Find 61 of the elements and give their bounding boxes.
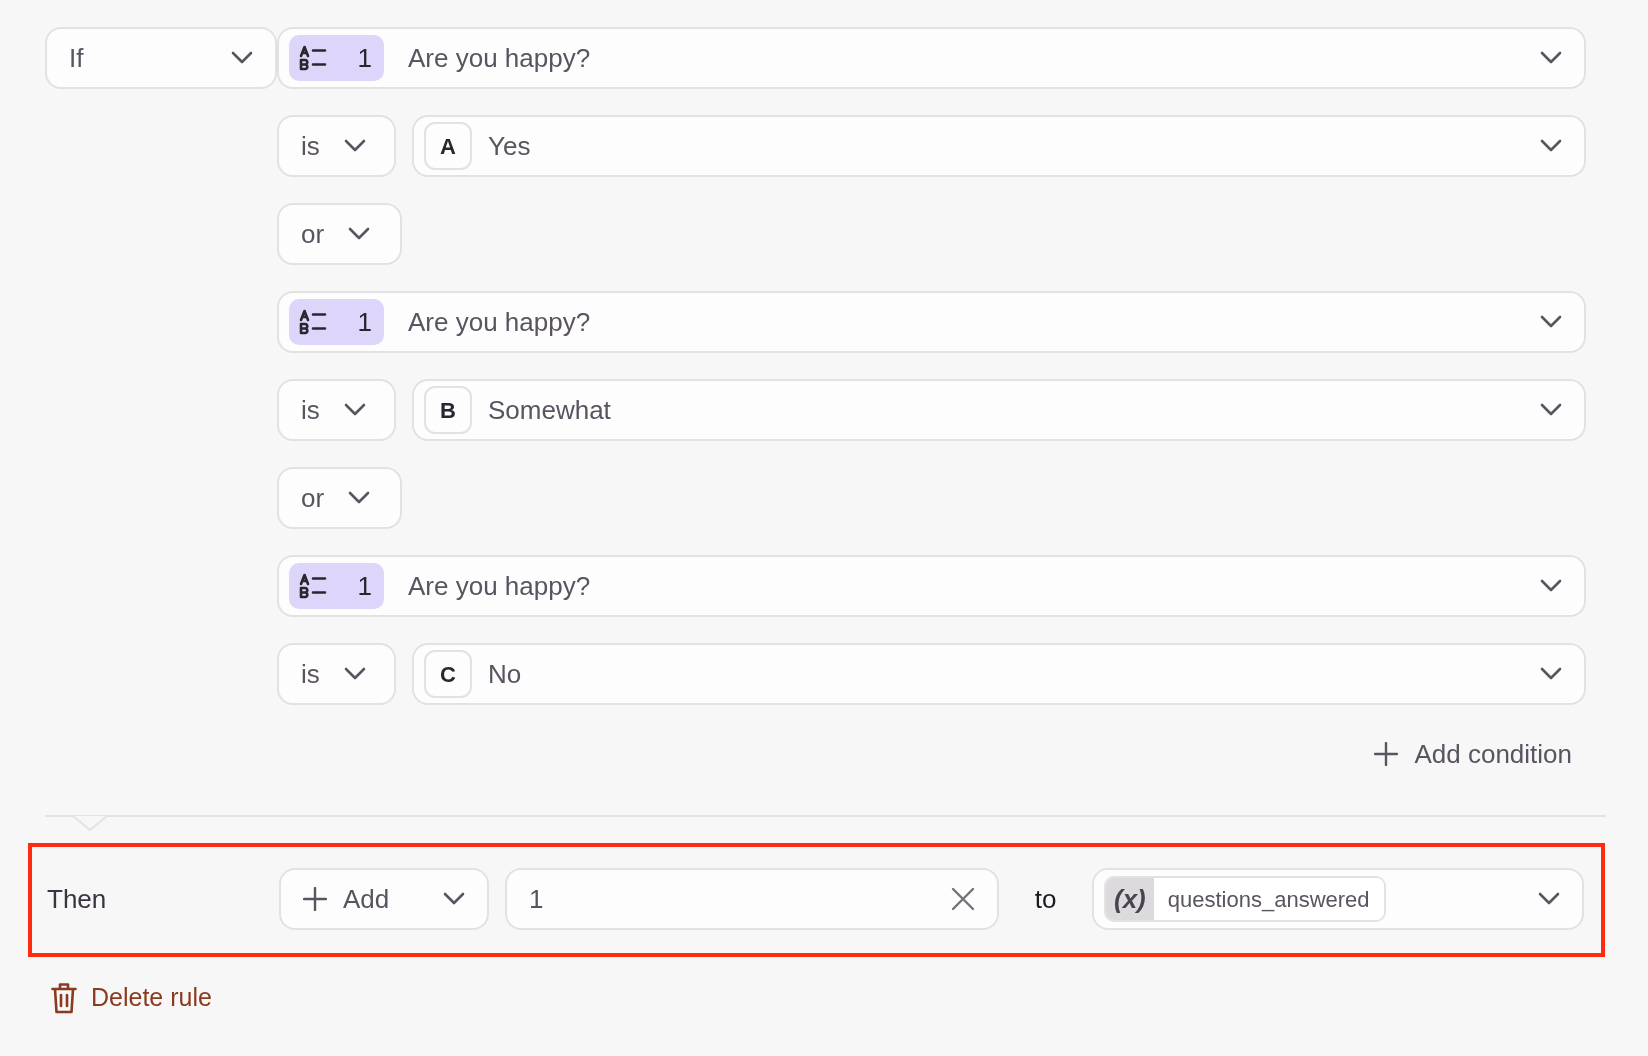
question-dropdown[interactable]: 1 Are you happy? bbox=[277, 291, 1586, 353]
dropdown-label: If bbox=[69, 41, 84, 75]
dropdown-value: Are you happy? bbox=[408, 305, 592, 339]
dropdown-value: Are you happy? bbox=[408, 41, 592, 75]
chevron-down-icon bbox=[348, 491, 371, 505]
dropdown-value: Somewhat bbox=[488, 393, 612, 427]
chevron-down-icon bbox=[1540, 579, 1562, 593]
dropdown-value: Add bbox=[343, 882, 391, 916]
letter-tile: B bbox=[424, 386, 472, 434]
question-dropdown[interactable]: 1 Are you happy? bbox=[277, 27, 1586, 89]
plus-icon bbox=[1374, 742, 1399, 766]
action-dropdown[interactable]: Add bbox=[279, 868, 489, 930]
dropdown-value: or bbox=[301, 481, 325, 515]
operator-dropdown[interactable]: is bbox=[277, 379, 396, 441]
chevron-down-icon bbox=[1540, 315, 1562, 329]
chevron-down-icon bbox=[1540, 51, 1562, 65]
variable-badge: (x) bbox=[1106, 878, 1154, 920]
dropdown-value: is bbox=[301, 129, 320, 163]
operator-dropdown[interactable]: is bbox=[277, 115, 396, 177]
chevron-down-icon bbox=[343, 403, 366, 417]
trash-icon bbox=[51, 981, 77, 1014]
question-badge: 1 bbox=[289, 563, 384, 609]
letter-tile: C bbox=[424, 650, 472, 698]
connector-dropdown[interactable]: or bbox=[277, 467, 402, 529]
dropdown-value: or bbox=[301, 217, 325, 251]
operator-dropdown[interactable]: is bbox=[277, 643, 396, 705]
delete-rule-button[interactable]: Delete rule bbox=[51, 979, 212, 1017]
chevron-down-icon bbox=[1540, 403, 1562, 417]
chevron-down-icon bbox=[348, 227, 371, 241]
close-icon[interactable] bbox=[951, 887, 975, 911]
list-icon bbox=[299, 573, 327, 599]
answer-dropdown[interactable]: A Yes bbox=[412, 115, 1586, 177]
field-value: 1 bbox=[529, 882, 545, 916]
add-condition-button[interactable]: Add condition bbox=[1360, 731, 1586, 777]
chevron-down-icon bbox=[343, 139, 366, 153]
list-icon bbox=[299, 309, 327, 335]
dropdown-value: No bbox=[488, 657, 523, 691]
then-label: Then bbox=[47, 882, 108, 916]
value-field[interactable]: 1 bbox=[505, 868, 999, 930]
plus-icon bbox=[303, 887, 327, 911]
chevron-down-icon bbox=[343, 667, 366, 681]
chevron-down-icon bbox=[443, 892, 465, 906]
dropdown-value: Yes bbox=[488, 129, 532, 163]
if-dropdown[interactable]: If bbox=[45, 27, 277, 89]
question-badge: 1 bbox=[289, 299, 384, 345]
list-icon bbox=[299, 45, 327, 71]
to-label: to bbox=[1033, 882, 1058, 916]
dropdown-value: is bbox=[301, 657, 320, 691]
dropdown-value: Are you happy? bbox=[408, 569, 592, 603]
chevron-down-icon bbox=[1540, 667, 1562, 681]
chevron-down-icon bbox=[1538, 892, 1560, 906]
letter-tile: A bbox=[424, 122, 472, 170]
answer-dropdown[interactable]: C No bbox=[412, 643, 1586, 705]
chevron-down-icon bbox=[231, 51, 253, 65]
connector-dropdown[interactable]: or bbox=[277, 203, 402, 265]
variable-dropdown[interactable]: (x) questions_answered bbox=[1092, 868, 1584, 930]
chevron-down-icon bbox=[1540, 139, 1562, 153]
answer-dropdown[interactable]: B Somewhat bbox=[412, 379, 1586, 441]
question-badge: 1 bbox=[289, 35, 384, 81]
question-dropdown[interactable]: 1 Are you happy? bbox=[277, 555, 1586, 617]
dropdown-value: is bbox=[301, 393, 320, 427]
